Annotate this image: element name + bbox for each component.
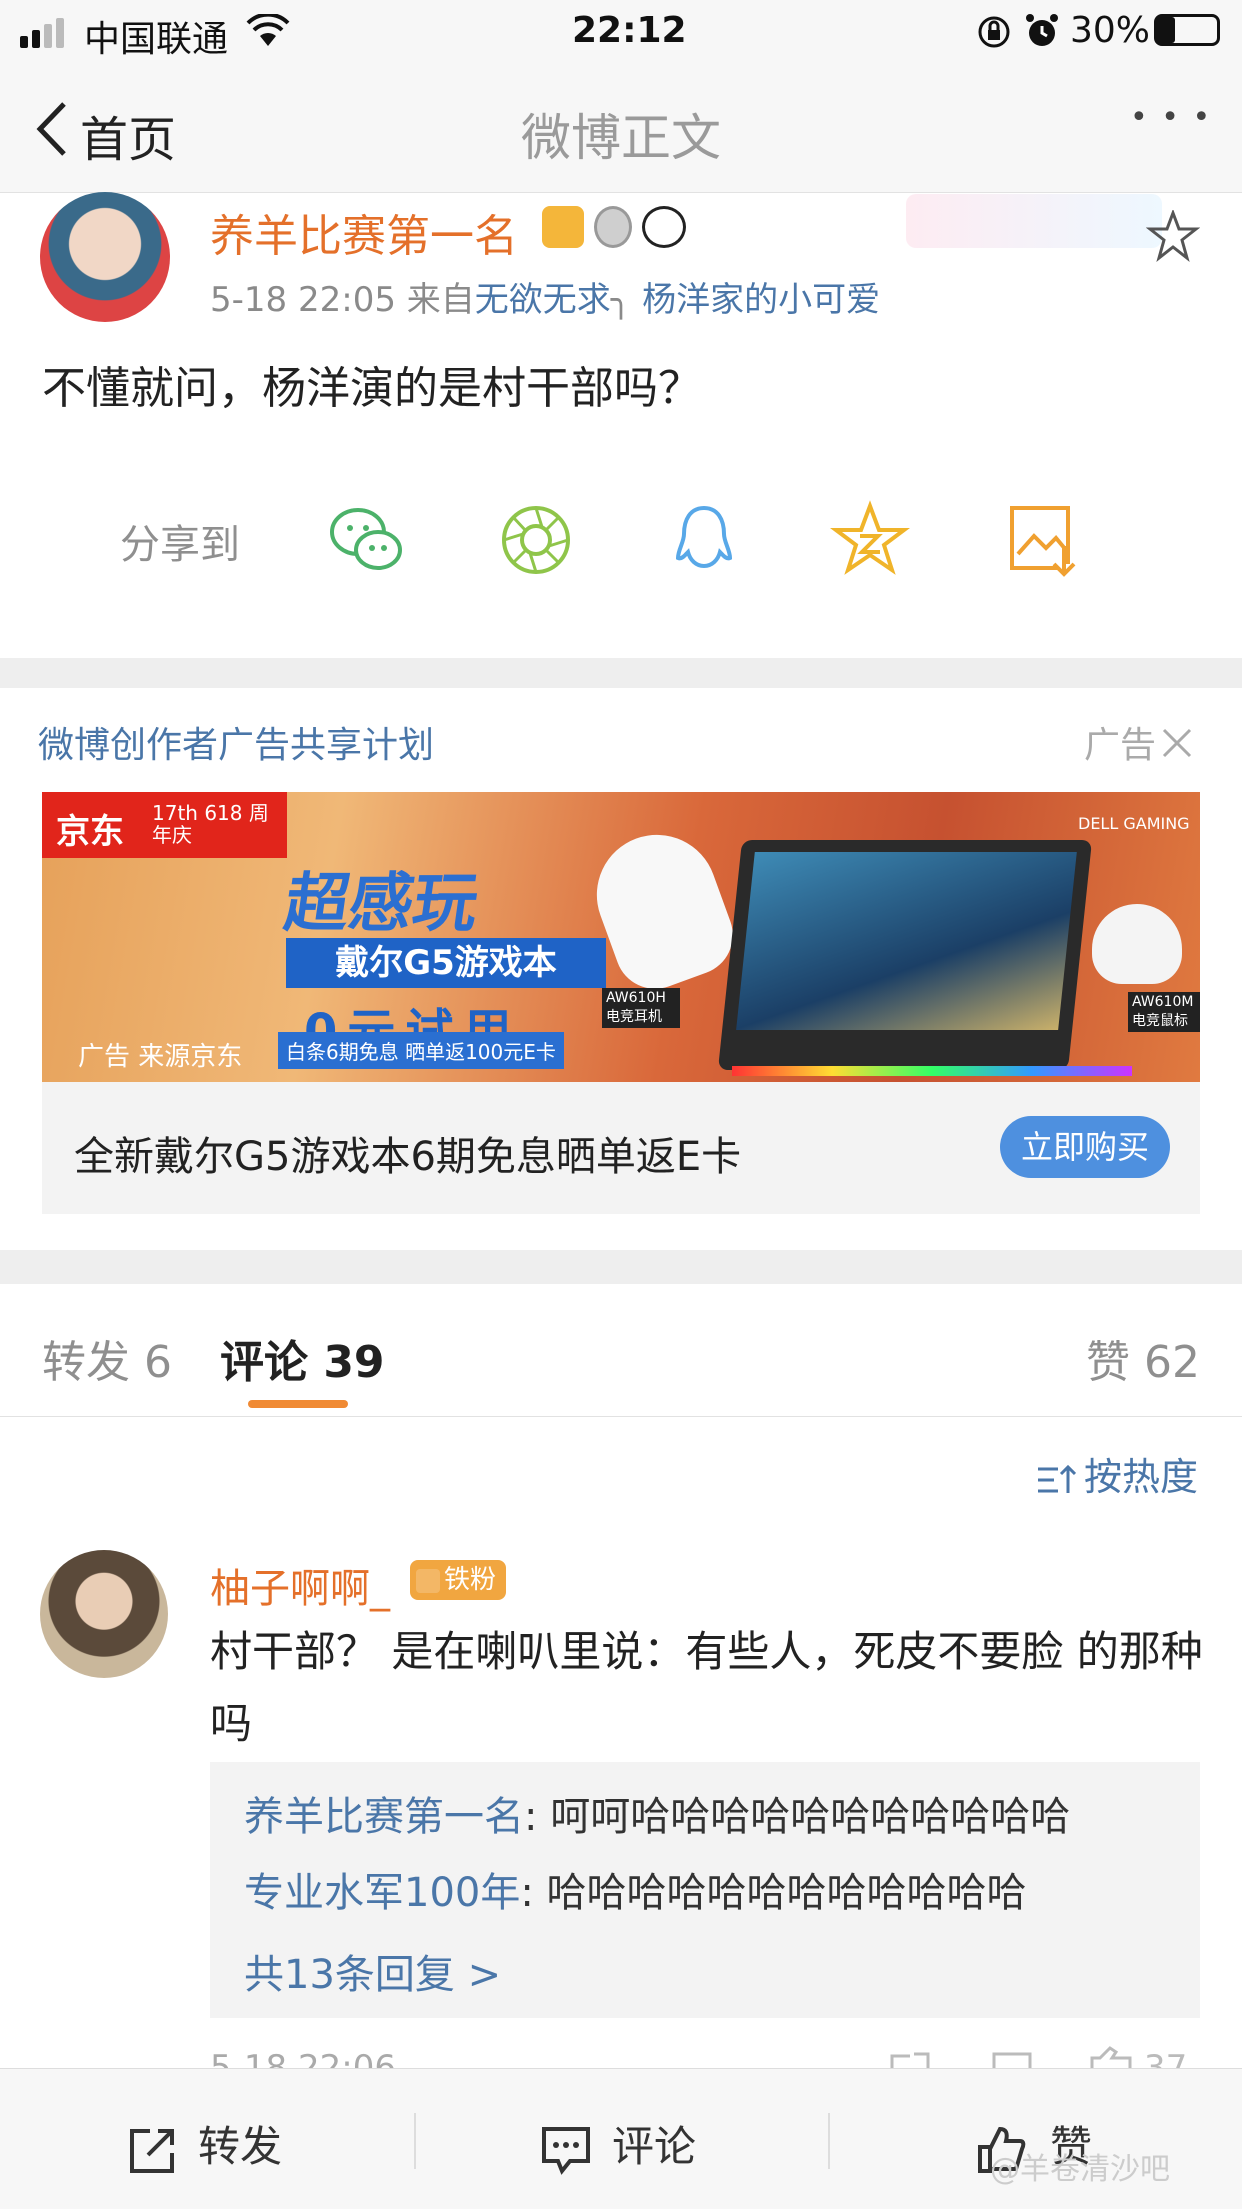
fan-badge: 铁粉 — [410, 1560, 507, 1600]
ad-title: 全新戴尔G5游戏本6期免息晒单返E卡 — [74, 1134, 742, 1180]
mouse-label: AW610M 电竞鼠标 — [1128, 992, 1200, 1032]
reply-item[interactable]: 养羊比赛第一名: 呵呵哈哈哈哈哈哈哈哈哈哈哈 — [244, 1784, 1070, 1842]
jd-anniv-label: 17th 618 周年庆 — [152, 801, 269, 847]
ad-product: 戴尔G5游戏本 — [286, 938, 606, 988]
repost-button[interactable]: 转发 — [128, 2113, 282, 2175]
post-meta: 5-18 22:05 来自无欲无求╮ 杨洋家的小可爱 — [210, 272, 880, 321]
tab-comment[interactable]: 评论 39 — [220, 1326, 385, 1390]
post-content: 不懂就问，杨洋演的是村干部吗？ — [42, 363, 702, 414]
post-author-name[interactable]: 养羊比赛第一名 — [210, 200, 518, 264]
wechat-icon[interactable] — [326, 500, 406, 580]
qzone-icon[interactable] — [830, 500, 910, 580]
reply-text: : 呵呵哈哈哈哈哈哈哈哈哈哈哈 — [524, 1794, 1071, 1840]
ad-banner[interactable]: 京东 17th 618 周年庆 超感玩 戴尔G5游戏本 0元试用 白条6期免息 … — [42, 792, 1200, 1082]
reply-user[interactable]: 专业水军100年 — [244, 1870, 520, 1916]
clock: 22:12 — [572, 10, 687, 51]
nav-bar: 首页 微博正文 • • • — [0, 64, 1242, 193]
sort-icon — [1038, 1464, 1077, 1493]
comment-text: 村干部？ 是在喇叭里说：有些人，死皮不要脸 的那种吗 — [210, 1627, 1203, 1748]
jd-brand-label: 京东 — [56, 812, 124, 852]
moments-icon[interactable] — [496, 500, 576, 580]
page-title: 微博正文 — [521, 109, 721, 167]
ad-label: 广告 — [1084, 725, 1157, 766]
section-divider — [0, 1250, 1242, 1284]
jd-brand-tag: 京东 17th 618 周年庆 — [42, 792, 287, 858]
watermark: @羊卷清沙吧 — [990, 2152, 1170, 2187]
mouse-icon — [1092, 904, 1182, 984]
post-time: 5-18 22:05 — [210, 280, 396, 320]
comment-button[interactable]: 评论 — [540, 2113, 696, 2175]
vip-crown-icon — [542, 206, 584, 248]
medal-icon — [594, 206, 632, 248]
favorite-star-icon[interactable] — [1146, 210, 1200, 262]
qq-icon[interactable] — [664, 500, 744, 580]
ad-source: 广告 来源京东 — [78, 1042, 243, 1072]
toolbar-divider — [828, 2113, 830, 2169]
post-from-prefix: 来自 — [406, 280, 475, 320]
reply-item[interactable]: 专业水军100年: 哈哈哈哈哈哈哈哈哈哈哈哈 — [244, 1860, 1027, 1918]
carrier-name: 中国联通 — [84, 19, 229, 60]
battery-icon — [1154, 14, 1220, 46]
reply-text: : 哈哈哈哈哈哈哈哈哈哈哈哈 — [520, 1870, 1027, 1916]
fan-badge-label: 铁粉 — [444, 1565, 497, 1595]
panda-icon — [642, 206, 686, 248]
signal-icon — [20, 0, 76, 64]
tab-active-indicator — [248, 1400, 348, 1408]
battery-percent: 30% — [1070, 10, 1151, 51]
ad-sub: 白条6期免息 晒单返100元E卡 — [278, 1032, 564, 1069]
comment-author-name[interactable]: 柚子啊啊_ — [210, 1556, 390, 1614]
ad-footer[interactable]: 全新戴尔G5游戏本6期免息晒单返E卡 立即购买 — [42, 1082, 1200, 1214]
ad-headline: 超感玩 — [279, 867, 483, 941]
comment-icon — [542, 2126, 590, 2175]
more-options-button[interactable]: • • • — [1130, 100, 1212, 135]
section-divider — [0, 658, 1242, 688]
post-source-1[interactable]: 无欲无求 — [475, 280, 611, 320]
repost-label: 转发 — [198, 2122, 283, 2171]
dell-logo: DELL GAMING — [1078, 814, 1190, 833]
rgb-strip — [732, 1066, 1132, 1076]
post-author-avatar[interactable] — [40, 192, 170, 322]
comment-label: 评论 — [612, 2122, 697, 2171]
laptop-icon — [717, 840, 1093, 1070]
wifi-icon — [246, 14, 290, 46]
share-label: 分享到 — [120, 522, 240, 568]
sort-by-hot-button[interactable]: 按热度 — [1036, 1446, 1198, 1501]
status-bar: 中国联通 22:12 30% — [0, 0, 1242, 64]
headset-label: AW610H 电竞耳机 — [602, 988, 680, 1028]
save-image-icon[interactable] — [1004, 500, 1084, 580]
post-source-2[interactable]: 杨洋家的小可爱 — [642, 280, 880, 320]
reply-user[interactable]: 养羊比赛第一名 — [244, 1794, 524, 1840]
crown-icon — [416, 1568, 440, 1593]
ad-plan-link[interactable]: 微博创作者广告共享计划 — [38, 716, 434, 768]
rotation-lock-icon — [978, 16, 1010, 48]
decorative-sticker-icon — [906, 194, 1162, 248]
tab-like[interactable]: 赞 62 — [1086, 1326, 1200, 1390]
comment-author-avatar[interactable] — [40, 1550, 168, 1678]
buy-now-button[interactable]: 立即购买 — [1000, 1116, 1170, 1178]
alarm-icon — [1026, 14, 1058, 46]
view-all-replies-link[interactable]: 共13条回复 > — [244, 1942, 501, 2000]
interaction-tabs: 转发 6 评论 39 赞 62 — [0, 1288, 1242, 1417]
repost-icon — [130, 2128, 174, 2173]
close-ad-icon[interactable] — [1160, 726, 1194, 760]
sort-label: 按热度 — [1084, 1455, 1199, 1499]
toolbar-divider — [414, 2113, 416, 2169]
post-source-sep: ╮ — [610, 280, 632, 320]
reply-preview[interactable]: 养羊比赛第一名: 呵呵哈哈哈哈哈哈哈哈哈哈哈 专业水军100年: 哈哈哈哈哈哈哈… — [210, 1762, 1200, 2018]
tab-repost[interactable]: 转发 6 — [42, 1326, 172, 1390]
